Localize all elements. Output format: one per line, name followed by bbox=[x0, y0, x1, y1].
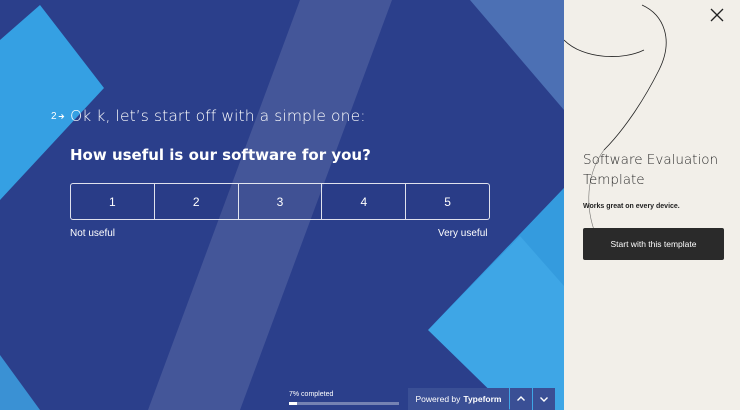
chevron-up-icon bbox=[517, 396, 525, 401]
form-area: 2 Ok k, let’s start off with a simple on… bbox=[0, 0, 564, 410]
powered-by-typeform-button[interactable]: Powered by Typeform bbox=[408, 388, 509, 410]
progress-track bbox=[289, 402, 399, 405]
powered-by-text: Powered by bbox=[415, 394, 461, 404]
progress-indicator: 7% completed bbox=[289, 391, 399, 405]
rating-option-1[interactable]: 1 bbox=[71, 184, 155, 219]
close-icon[interactable] bbox=[710, 8, 724, 22]
progress-fill bbox=[289, 402, 297, 405]
start-template-button[interactable]: Start with this template bbox=[583, 228, 724, 260]
typeform-brand: Typeform bbox=[463, 394, 502, 404]
arrow-right-icon bbox=[58, 114, 64, 119]
chevron-down-icon bbox=[540, 397, 548, 402]
question-title: How useful is our software for you? bbox=[70, 146, 371, 164]
question-number-text: 2 bbox=[51, 111, 57, 122]
question-number: 2 bbox=[51, 111, 65, 122]
rating-option-5[interactable]: 5 bbox=[406, 184, 489, 219]
next-question-button[interactable] bbox=[533, 388, 555, 410]
scale-label-high: Very useful bbox=[438, 228, 488, 239]
template-title: Software Evaluation Template bbox=[583, 152, 719, 188]
scale-label-low: Not useful bbox=[70, 228, 116, 239]
previous-question-button[interactable] bbox=[510, 388, 532, 410]
progress-text: 7% completed bbox=[289, 391, 334, 398]
rating-option-4[interactable]: 4 bbox=[322, 184, 407, 219]
rating-option-2[interactable]: 2 bbox=[155, 184, 239, 219]
question-intro: Ok k, let’s start off with a simple one: bbox=[70, 107, 366, 125]
rating-option-3[interactable]: 3 bbox=[239, 184, 323, 219]
template-subtitle: Works great on every device. bbox=[583, 203, 680, 210]
rating-scale: 1 2 3 4 5 bbox=[70, 183, 490, 220]
